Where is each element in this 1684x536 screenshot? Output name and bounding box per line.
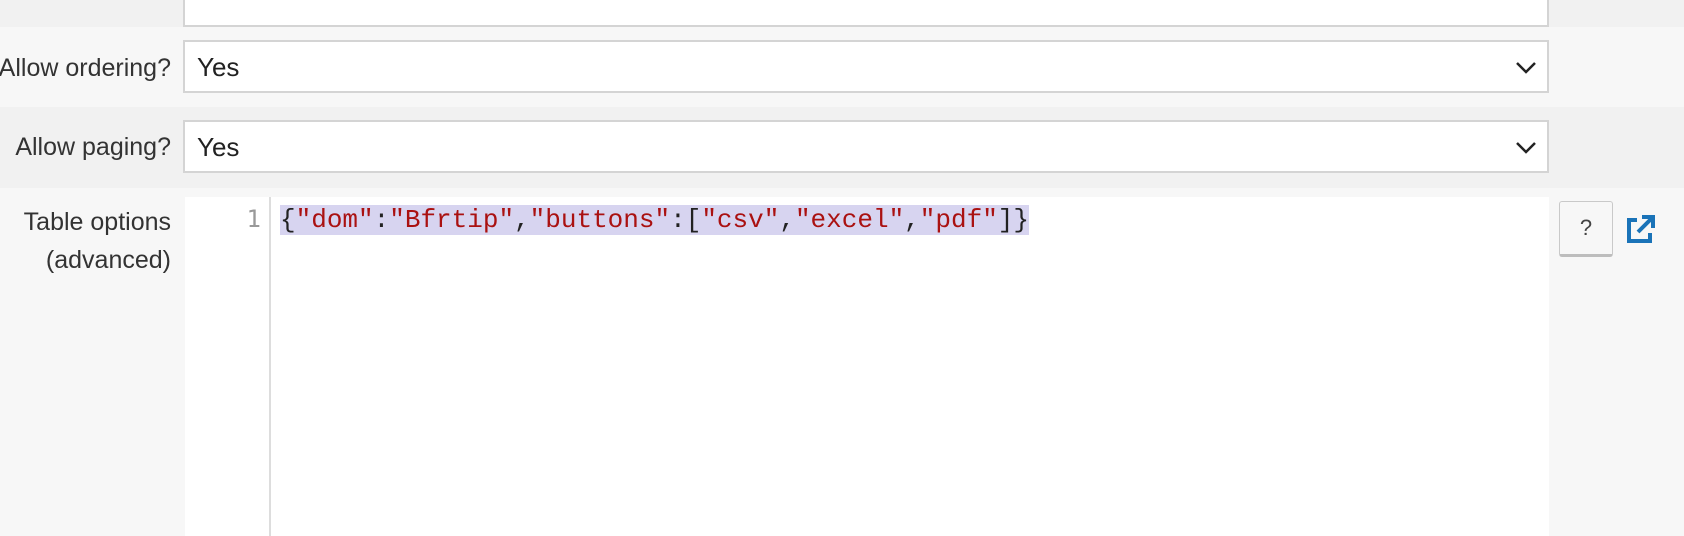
allow-paging-select[interactable]: Yes xyxy=(183,120,1549,173)
editor-gutter: 1 xyxy=(185,197,271,536)
allow-paging-label: Allow paging? xyxy=(15,133,171,161)
allow-paging-value: Yes xyxy=(197,132,240,162)
previous-setting-field[interactable] xyxy=(183,0,1549,27)
table-options-label: Table options (advanced) xyxy=(23,208,171,274)
allow-ordering-row: Allow ordering? Yes xyxy=(0,27,1684,107)
table-options-code-editor[interactable]: 1 {"dom":"Bfrtip","buttons":["csv","exce… xyxy=(185,197,1549,536)
selected-text: {"dom":"Bfrtip","buttons":["csv","excel"… xyxy=(280,205,1030,235)
code-line[interactable]: {"dom":"Bfrtip","buttons":["csv","excel"… xyxy=(280,203,1030,237)
allow-ordering-value: Yes xyxy=(197,52,240,82)
previous-setting-row xyxy=(0,0,1684,27)
allow-ordering-select[interactable]: Yes xyxy=(183,40,1549,93)
chevron-down-icon xyxy=(1516,142,1536,154)
chevron-down-icon xyxy=(1516,62,1536,74)
allow-paging-row: Allow paging? Yes xyxy=(0,107,1684,188)
line-number: 1 xyxy=(246,205,261,233)
external-link-icon[interactable] xyxy=(1624,214,1656,246)
allow-ordering-label: Allow ordering? xyxy=(0,54,171,82)
help-button[interactable]: ? xyxy=(1559,201,1613,257)
table-settings-form: Allow ordering? Yes Allow paging? Yes Ta… xyxy=(0,0,1684,536)
